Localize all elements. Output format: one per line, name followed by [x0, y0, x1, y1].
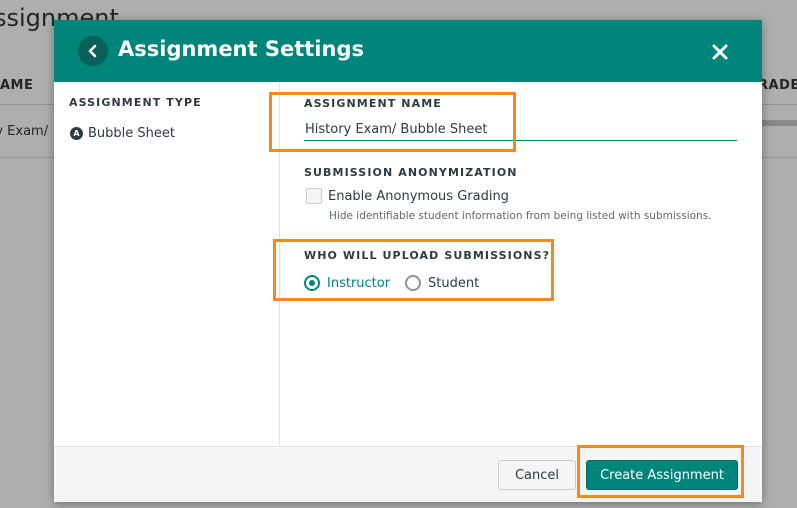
radio-student[interactable]: Student: [405, 275, 479, 291]
close-icon: [712, 44, 728, 60]
create-assignment-button[interactable]: Create Assignment: [586, 460, 738, 490]
assignment-type-item: A Bubble Sheet: [70, 126, 175, 141]
radio-unselected-icon[interactable]: [405, 275, 421, 291]
assignment-type-badge-icon: A: [70, 127, 83, 140]
back-button[interactable]: [78, 36, 108, 66]
radio-instructor[interactable]: Instructor: [304, 275, 390, 291]
modal-title: Assignment Settings: [118, 37, 364, 61]
cancel-button[interactable]: Cancel: [498, 460, 576, 490]
assignment-name-input[interactable]: [304, 118, 737, 141]
close-button[interactable]: [708, 40, 732, 64]
anonymous-grading-checkbox[interactable]: [306, 188, 322, 204]
modal-footer: Cancel Create Assignment: [54, 446, 762, 502]
radio-selected-icon[interactable]: [304, 275, 320, 291]
anonymous-grading-help-text: Hide identifiable student information fr…: [329, 210, 712, 222]
settings-form: ASSIGNMENT NAME SUBMISSION ANONYMIZATION…: [304, 82, 744, 446]
assignment-name-label: ASSIGNMENT NAME: [304, 97, 442, 110]
anonymous-grading-label[interactable]: Enable Anonymous Grading: [328, 189, 509, 204]
assignment-type-label: ASSIGNMENT TYPE: [69, 96, 202, 109]
modal-header: Assignment Settings: [54, 20, 762, 82]
radio-instructor-label[interactable]: Instructor: [327, 276, 390, 291]
upload-submissions-label: WHO WILL UPLOAD SUBMISSIONS?: [304, 249, 551, 262]
submission-anonymization-label: SUBMISSION ANONYMIZATION: [304, 166, 518, 179]
assignment-type-sidebar: ASSIGNMENT TYPE A Bubble Sheet: [54, 82, 280, 446]
assignment-settings-modal: Assignment Settings ASSIGNMENT TYPE A Bu…: [54, 20, 762, 502]
chevron-left-icon: [88, 44, 97, 58]
assignment-type-name: Bubble Sheet: [88, 126, 175, 141]
radio-student-label[interactable]: Student: [428, 276, 479, 291]
